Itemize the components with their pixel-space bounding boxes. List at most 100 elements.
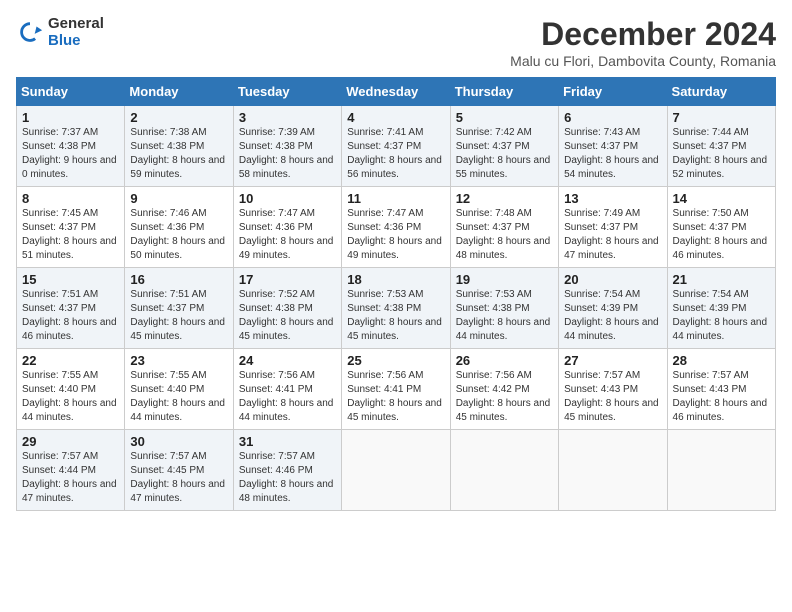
daylight-label: Daylight: 8 hours and 54 minutes. (564, 155, 659, 180)
day-info: Sunrise: 7:51 AM Sunset: 4:37 PM Dayligh… (130, 288, 227, 344)
daylight-label: Daylight: 8 hours and 46 minutes. (673, 236, 768, 261)
day-info: Sunrise: 7:47 AM Sunset: 4:36 PM Dayligh… (239, 207, 336, 263)
sunset-label: Sunset: 4:37 PM (22, 222, 96, 233)
sunset-label: Sunset: 4:45 PM (130, 465, 204, 476)
calendar-cell: 26 Sunrise: 7:56 AM Sunset: 4:42 PM Dayl… (450, 349, 558, 430)
daylight-label: Daylight: 8 hours and 44 minutes. (239, 398, 334, 423)
day-info: Sunrise: 7:54 AM Sunset: 4:39 PM Dayligh… (564, 288, 661, 344)
sunset-label: Sunset: 4:44 PM (22, 465, 96, 476)
sunrise-label: Sunrise: 7:54 AM (673, 289, 749, 300)
calendar-cell: 21 Sunrise: 7:54 AM Sunset: 4:39 PM Dayl… (667, 268, 775, 349)
sunrise-label: Sunrise: 7:56 AM (239, 370, 315, 381)
day-number: 25 (347, 353, 444, 368)
column-header-tuesday: Tuesday (233, 78, 341, 106)
daylight-label: Daylight: 9 hours and 0 minutes. (22, 155, 117, 180)
calendar-header-row: SundayMondayTuesdayWednesdayThursdayFrid… (17, 78, 776, 106)
day-info: Sunrise: 7:57 AM Sunset: 4:44 PM Dayligh… (22, 450, 119, 506)
calendar-cell: 25 Sunrise: 7:56 AM Sunset: 4:41 PM Dayl… (342, 349, 450, 430)
daylight-label: Daylight: 8 hours and 55 minutes. (456, 155, 551, 180)
calendar-week-row: 8 Sunrise: 7:45 AM Sunset: 4:37 PM Dayli… (17, 187, 776, 268)
sunrise-label: Sunrise: 7:38 AM (130, 127, 206, 138)
sunrise-label: Sunrise: 7:47 AM (347, 208, 423, 219)
sunset-label: Sunset: 4:38 PM (239, 303, 313, 314)
daylight-label: Daylight: 8 hours and 45 minutes. (239, 317, 334, 342)
sunrise-label: Sunrise: 7:57 AM (239, 451, 315, 462)
day-number: 13 (564, 191, 661, 206)
sunset-label: Sunset: 4:38 PM (347, 303, 421, 314)
calendar-cell: 7 Sunrise: 7:44 AM Sunset: 4:37 PM Dayli… (667, 106, 775, 187)
sunset-label: Sunset: 4:37 PM (673, 222, 747, 233)
calendar-cell: 31 Sunrise: 7:57 AM Sunset: 4:46 PM Dayl… (233, 430, 341, 511)
sunrise-label: Sunrise: 7:56 AM (456, 370, 532, 381)
day-info: Sunrise: 7:46 AM Sunset: 4:36 PM Dayligh… (130, 207, 227, 263)
day-number: 18 (347, 272, 444, 287)
day-info: Sunrise: 7:50 AM Sunset: 4:37 PM Dayligh… (673, 207, 770, 263)
calendar-table: SundayMondayTuesdayWednesdayThursdayFrid… (16, 77, 776, 511)
sunset-label: Sunset: 4:37 PM (673, 141, 747, 152)
daylight-label: Daylight: 8 hours and 45 minutes. (456, 398, 551, 423)
daylight-label: Daylight: 8 hours and 44 minutes. (22, 398, 117, 423)
day-number: 26 (456, 353, 553, 368)
sunrise-label: Sunrise: 7:52 AM (239, 289, 315, 300)
calendar-cell: 11 Sunrise: 7:47 AM Sunset: 4:36 PM Dayl… (342, 187, 450, 268)
calendar-cell: 12 Sunrise: 7:48 AM Sunset: 4:37 PM Dayl… (450, 187, 558, 268)
calendar-cell: 8 Sunrise: 7:45 AM Sunset: 4:37 PM Dayli… (17, 187, 125, 268)
day-info: Sunrise: 7:57 AM Sunset: 4:46 PM Dayligh… (239, 450, 336, 506)
sunrise-label: Sunrise: 7:57 AM (22, 451, 98, 462)
day-number: 1 (22, 110, 119, 125)
calendar-week-row: 1 Sunrise: 7:37 AM Sunset: 4:38 PM Dayli… (17, 106, 776, 187)
day-number: 20 (564, 272, 661, 287)
page-header: General Blue December 2024 Malu cu Flori… (16, 16, 776, 69)
sunset-label: Sunset: 4:41 PM (347, 384, 421, 395)
calendar-cell: 3 Sunrise: 7:39 AM Sunset: 4:38 PM Dayli… (233, 106, 341, 187)
sunrise-label: Sunrise: 7:39 AM (239, 127, 315, 138)
calendar-cell: 30 Sunrise: 7:57 AM Sunset: 4:45 PM Dayl… (125, 430, 233, 511)
day-info: Sunrise: 7:38 AM Sunset: 4:38 PM Dayligh… (130, 126, 227, 182)
column-header-friday: Friday (559, 78, 667, 106)
sunrise-label: Sunrise: 7:55 AM (130, 370, 206, 381)
day-info: Sunrise: 7:57 AM Sunset: 4:43 PM Dayligh… (673, 369, 770, 425)
daylight-label: Daylight: 8 hours and 46 minutes. (22, 317, 117, 342)
day-info: Sunrise: 7:55 AM Sunset: 4:40 PM Dayligh… (22, 369, 119, 425)
day-info: Sunrise: 7:54 AM Sunset: 4:39 PM Dayligh… (673, 288, 770, 344)
sunset-label: Sunset: 4:36 PM (130, 222, 204, 233)
day-info: Sunrise: 7:47 AM Sunset: 4:36 PM Dayligh… (347, 207, 444, 263)
calendar-cell: 23 Sunrise: 7:55 AM Sunset: 4:40 PM Dayl… (125, 349, 233, 430)
column-header-saturday: Saturday (667, 78, 775, 106)
daylight-label: Daylight: 8 hours and 50 minutes. (130, 236, 225, 261)
day-number: 17 (239, 272, 336, 287)
calendar-cell: 24 Sunrise: 7:56 AM Sunset: 4:41 PM Dayl… (233, 349, 341, 430)
day-number: 16 (130, 272, 227, 287)
sunrise-label: Sunrise: 7:45 AM (22, 208, 98, 219)
daylight-label: Daylight: 8 hours and 46 minutes. (673, 398, 768, 423)
sunrise-label: Sunrise: 7:44 AM (673, 127, 749, 138)
logo-general: General (48, 16, 104, 33)
daylight-label: Daylight: 8 hours and 49 minutes. (347, 236, 442, 261)
calendar-cell (559, 430, 667, 511)
daylight-label: Daylight: 8 hours and 59 minutes. (130, 155, 225, 180)
logo-icon (16, 19, 44, 47)
calendar-cell: 17 Sunrise: 7:52 AM Sunset: 4:38 PM Dayl… (233, 268, 341, 349)
sunset-label: Sunset: 4:39 PM (564, 303, 638, 314)
calendar-cell: 1 Sunrise: 7:37 AM Sunset: 4:38 PM Dayli… (17, 106, 125, 187)
sunset-label: Sunset: 4:43 PM (564, 384, 638, 395)
day-number: 12 (456, 191, 553, 206)
calendar-week-row: 22 Sunrise: 7:55 AM Sunset: 4:40 PM Dayl… (17, 349, 776, 430)
sunset-label: Sunset: 4:37 PM (564, 222, 638, 233)
day-number: 11 (347, 191, 444, 206)
sunset-label: Sunset: 4:37 PM (564, 141, 638, 152)
calendar-cell: 5 Sunrise: 7:42 AM Sunset: 4:37 PM Dayli… (450, 106, 558, 187)
day-info: Sunrise: 7:49 AM Sunset: 4:37 PM Dayligh… (564, 207, 661, 263)
sunrise-label: Sunrise: 7:47 AM (239, 208, 315, 219)
location-subtitle: Malu cu Flori, Dambovita County, Romania (510, 53, 776, 69)
calendar-cell: 6 Sunrise: 7:43 AM Sunset: 4:37 PM Dayli… (559, 106, 667, 187)
day-number: 21 (673, 272, 770, 287)
day-number: 27 (564, 353, 661, 368)
sunrise-label: Sunrise: 7:48 AM (456, 208, 532, 219)
day-info: Sunrise: 7:56 AM Sunset: 4:42 PM Dayligh… (456, 369, 553, 425)
sunset-label: Sunset: 4:37 PM (347, 141, 421, 152)
day-number: 31 (239, 434, 336, 449)
title-section: December 2024 Malu cu Flori, Dambovita C… (510, 16, 776, 69)
daylight-label: Daylight: 8 hours and 48 minutes. (456, 236, 551, 261)
calendar-cell: 22 Sunrise: 7:55 AM Sunset: 4:40 PM Dayl… (17, 349, 125, 430)
